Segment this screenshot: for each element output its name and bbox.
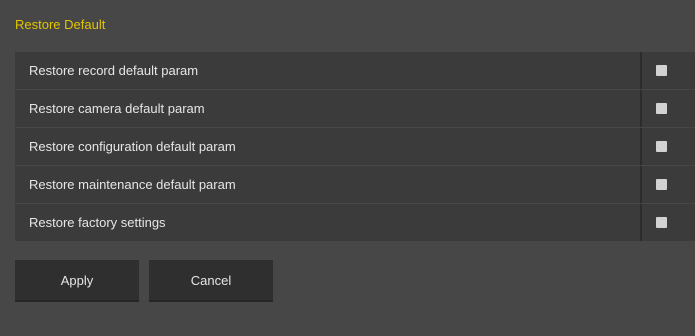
option-row-factory: Restore factory settings	[15, 204, 695, 241]
checkbox-record[interactable]	[656, 65, 667, 76]
option-row-configuration: Restore configuration default param	[15, 128, 695, 165]
option-row-maintenance: Restore maintenance default param	[15, 166, 695, 203]
checkbox-camera[interactable]	[656, 103, 667, 114]
section-title: Restore Default	[15, 17, 106, 32]
option-label-camera: Restore camera default param	[29, 101, 205, 116]
option-row-camera: Restore camera default param	[15, 90, 695, 127]
checkbox-configuration[interactable]	[656, 141, 667, 152]
row-divider	[640, 90, 642, 127]
option-label-maintenance: Restore maintenance default param	[29, 177, 236, 192]
option-label-record: Restore record default param	[29, 63, 199, 78]
row-divider	[640, 204, 642, 241]
option-label-configuration: Restore configuration default param	[29, 139, 236, 154]
checkbox-factory[interactable]	[656, 217, 667, 228]
row-divider	[640, 52, 642, 89]
row-divider	[640, 128, 642, 165]
restore-default-panel: Restore Default Restore record default p…	[0, 0, 695, 336]
option-row-record: Restore record default param	[15, 52, 695, 89]
row-divider	[640, 166, 642, 203]
cancel-button[interactable]: Cancel	[149, 260, 273, 302]
option-label-factory: Restore factory settings	[29, 215, 166, 230]
checkbox-maintenance[interactable]	[656, 179, 667, 190]
apply-button[interactable]: Apply	[15, 260, 139, 302]
restore-options-list: Restore record default param Restore cam…	[15, 52, 695, 242]
